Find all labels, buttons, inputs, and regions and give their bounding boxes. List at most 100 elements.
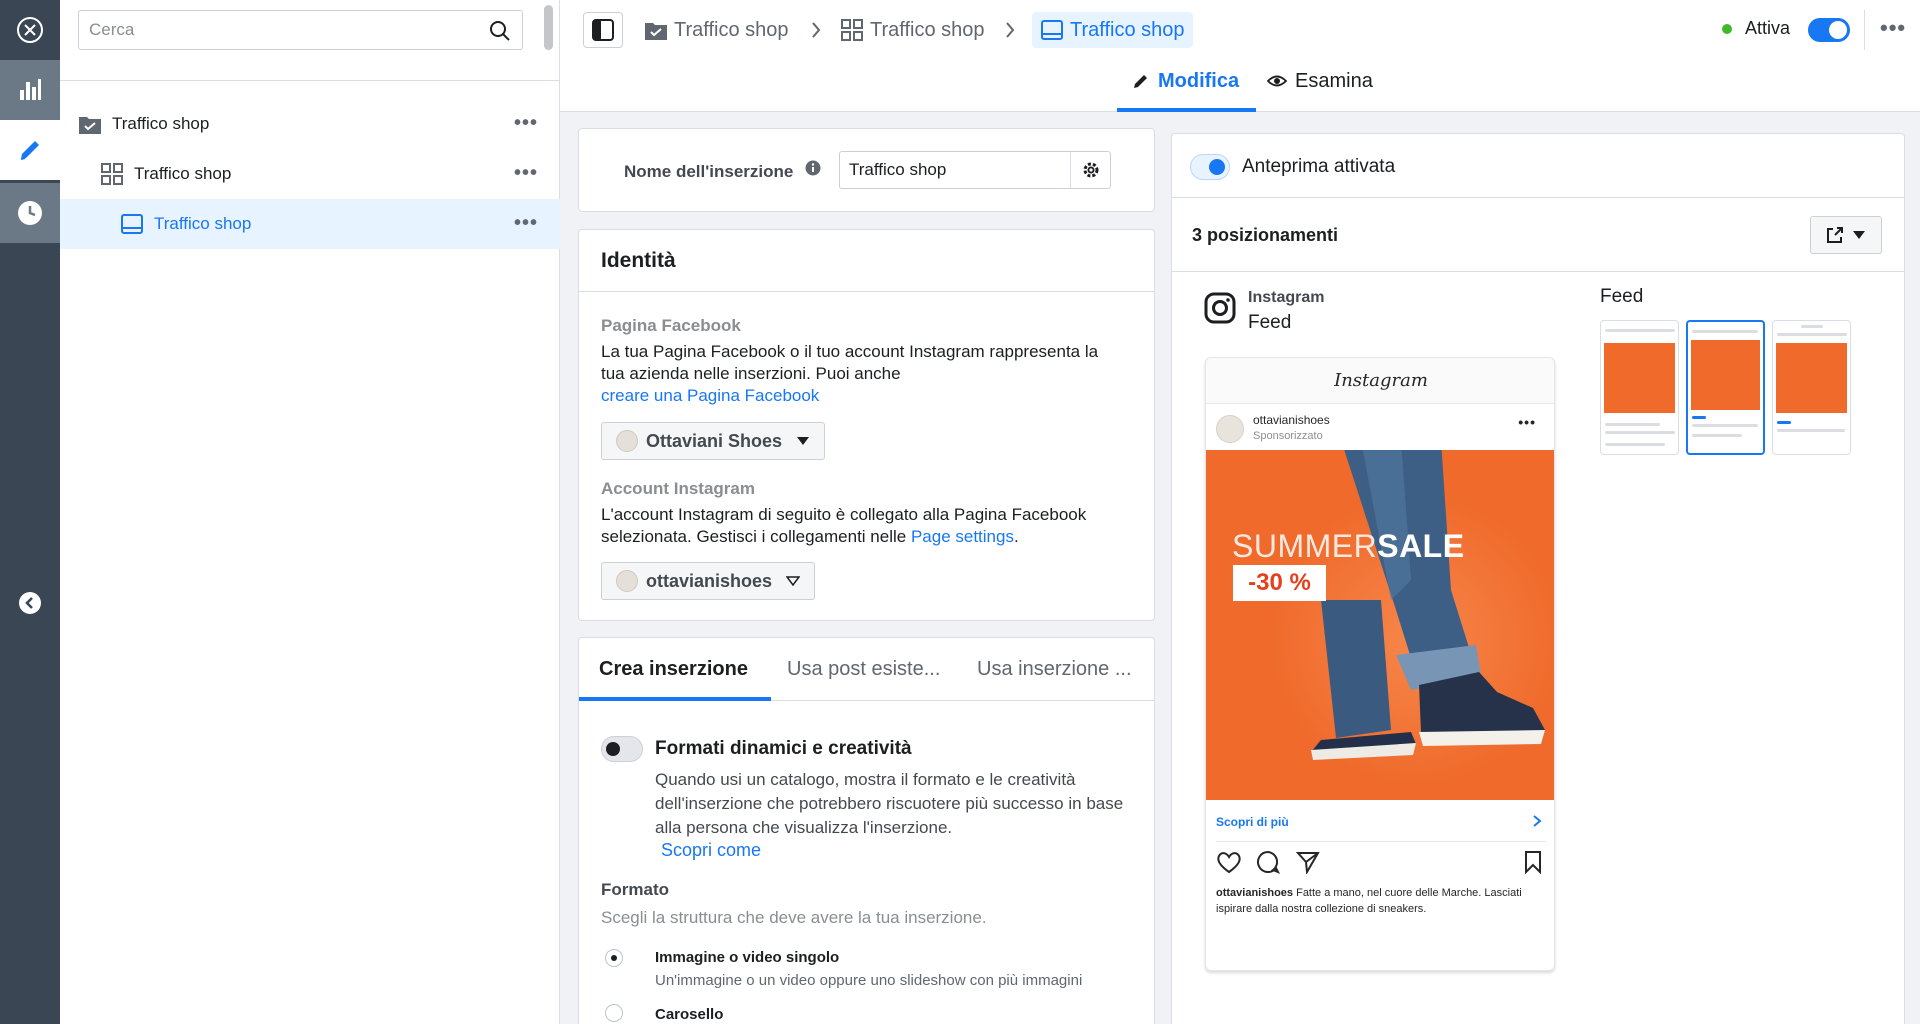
close-button[interactable]	[0, 0, 60, 60]
thumbnail-line	[1692, 434, 1742, 437]
breadcrumb-label: Traffico shop	[1070, 18, 1185, 41]
tree-item-label: Traffico shop	[134, 164, 232, 183]
thumbnail-image	[1776, 343, 1847, 413]
tree-item-adset[interactable]: Traffico shop •••	[60, 149, 560, 199]
avatar	[1216, 415, 1244, 443]
more-options-icon[interactable]: •••	[514, 113, 538, 133]
instagram-header: Instagram	[1206, 358, 1554, 404]
instagram-account-description: L'account Instagram di seguito è collega…	[601, 504, 1121, 548]
panel-toggle-button[interactable]	[583, 12, 623, 48]
facebook-page-heading: Pagina Facebook	[601, 316, 741, 335]
dynamic-formats-title: Formati dinamici e creatività	[655, 738, 912, 759]
status-label: Attiva	[1745, 18, 1791, 38]
placement-thumbnail[interactable]	[1600, 320, 1679, 455]
more-options-icon[interactable]: •••	[514, 213, 538, 233]
tab-use-existing-post[interactable]: Usa post esiste...	[787, 658, 940, 681]
tab-create-ad[interactable]: Crea inserzione	[599, 658, 748, 681]
pencil-icon	[16, 136, 44, 164]
identity-title: Identità	[601, 249, 676, 272]
placement-thumbnail-selected[interactable]	[1686, 320, 1765, 455]
thumbnail-line	[1605, 431, 1675, 434]
search-input[interactable]	[79, 11, 469, 49]
instagram-account-heading: Account Instagram	[601, 479, 755, 498]
tab-review[interactable]: Esamina	[1267, 70, 1373, 112]
learn-how-link[interactable]: Scopri come	[661, 840, 761, 861]
caret-down-icon	[796, 436, 810, 446]
placement-thumbnail[interactable]	[1772, 320, 1851, 455]
bar-chart-icon	[16, 76, 44, 104]
radio-carousel[interactable]	[605, 1004, 623, 1022]
comment-icon	[1256, 850, 1280, 874]
option-title: Immagine o video singolo	[655, 949, 840, 966]
chevron-down-icon	[786, 576, 801, 586]
active-tab-indicator	[579, 697, 771, 701]
thumbnail-line	[1801, 325, 1823, 328]
history-button[interactable]	[0, 183, 60, 243]
heart-icon	[1216, 850, 1242, 874]
bookmark-icon	[1524, 850, 1542, 874]
radio-single-image[interactable]	[605, 949, 623, 967]
more-options-icon[interactable]: •••	[514, 163, 538, 183]
tab-label: Esamina	[1295, 70, 1373, 92]
thumbnail-line	[1777, 421, 1791, 424]
thumbnail-image	[1604, 343, 1675, 413]
ad-icon	[120, 212, 144, 236]
info-icon[interactable]	[805, 160, 821, 176]
instagram-icon	[1204, 292, 1236, 324]
chevron-right-icon	[1004, 21, 1016, 39]
breadcrumb-campaign[interactable]: Traffico shop	[644, 12, 789, 48]
instagram-account-value: ottavianishoes	[646, 570, 773, 591]
chevron-left-icon	[18, 591, 42, 615]
page-avatar	[616, 430, 638, 452]
thumbnail-line	[1777, 429, 1845, 432]
left-rail	[0, 0, 60, 1024]
eye-icon	[1267, 72, 1287, 90]
edit-button[interactable]	[0, 120, 60, 180]
thumbnail-line	[1692, 330, 1758, 333]
search-box	[78, 10, 523, 50]
tab-edit[interactable]: Modifica	[1117, 70, 1257, 112]
breadcrumb-adset[interactable]: Traffico shop	[840, 12, 985, 48]
ad-name-field	[839, 151, 1111, 189]
tab-use-existing-ad[interactable]: Usa inserzione ...	[977, 658, 1132, 681]
ad-icon	[1040, 18, 1064, 42]
tree-item-ad[interactable]: Traffico shop •••	[60, 199, 560, 249]
collapse-button[interactable]	[0, 573, 60, 633]
post-caption: ottavianishoes Fatte a mano, nel cuore d…	[1216, 885, 1546, 917]
ad-name-input[interactable]	[840, 152, 1070, 188]
open-external-button[interactable]	[1810, 216, 1882, 254]
dynamic-formats-toggle[interactable]	[601, 736, 643, 762]
caption-username: ottavianishoes	[1216, 887, 1294, 899]
breadcrumb-ad[interactable]: Traffico shop	[1032, 12, 1193, 48]
facebook-page-dropdown[interactable]: Ottaviani Shoes	[601, 422, 826, 460]
thumbnail-line	[1605, 329, 1675, 332]
dynamic-formats-description: Quando usi un catalogo, mostra il format…	[655, 770, 1124, 837]
divider	[1172, 271, 1904, 272]
instagram-post-preview[interactable]: Instagram ottavianishoes Sponsorizzato •…	[1205, 357, 1555, 971]
breadcrumb-label: Traffico shop	[674, 18, 789, 41]
divider	[579, 291, 1154, 292]
structure-panel: Traffico shop ••• Traffico shop ••• Traf…	[60, 0, 560, 1024]
thumbnail-line	[1605, 423, 1660, 426]
ad-name-card: Nome dell'inserzione	[578, 128, 1155, 212]
search-icon[interactable]	[488, 19, 512, 43]
tree-item-campaign[interactable]: Traffico shop •••	[60, 99, 560, 149]
instagram-account-dropdown[interactable]: ottavianishoes	[601, 562, 816, 600]
thumbnail-line	[1605, 443, 1665, 446]
preview-toggle[interactable]	[1190, 154, 1230, 180]
chevron-right-icon	[810, 21, 822, 39]
status-dot	[1722, 24, 1732, 34]
reports-button[interactable]	[0, 60, 60, 120]
post-username: ottavianishoes	[1253, 413, 1330, 427]
create-page-link[interactable]: creare una Pagina Facebook	[601, 386, 819, 405]
page-settings-link[interactable]: Page settings	[911, 527, 1014, 546]
more-options-icon[interactable]: •••	[1880, 17, 1906, 39]
clock-icon	[15, 198, 45, 228]
tree-item-label: Traffico shop	[112, 114, 210, 133]
sponsored-label: Sponsorizzato	[1253, 430, 1323, 442]
chevron-right-icon	[1532, 814, 1542, 828]
gear-icon[interactable]	[1070, 152, 1110, 188]
identity-card: Identità Pagina Facebook La tua Pagina F…	[578, 229, 1155, 621]
active-toggle[interactable]	[1808, 18, 1850, 42]
scrollbar[interactable]	[544, 5, 553, 50]
